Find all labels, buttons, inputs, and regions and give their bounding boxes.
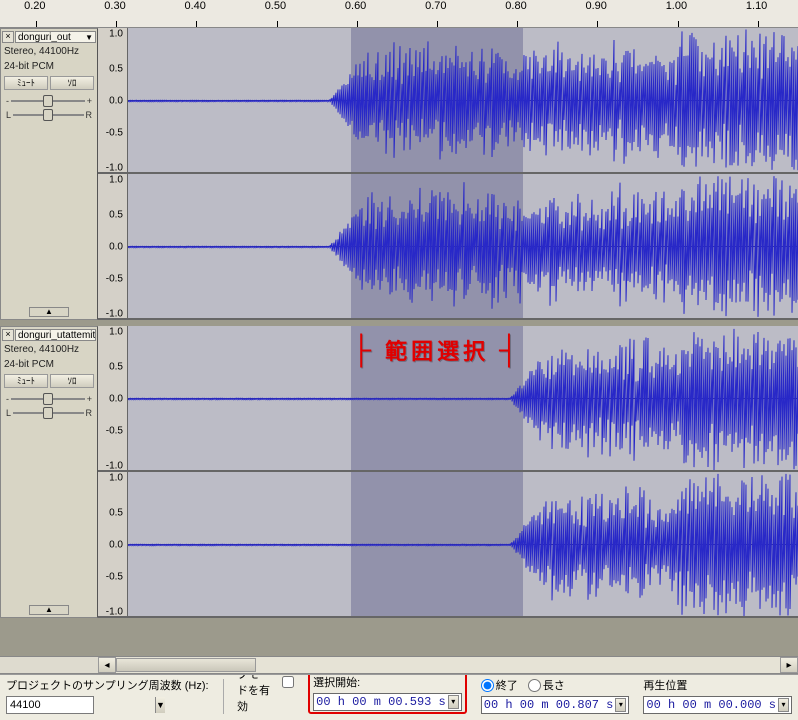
selection-mode-radios: 終了 長さ <box>481 677 630 693</box>
ruler-tick: 0.70 <box>437 0 458 27</box>
scroll-left-button[interactable]: ◂ <box>98 657 116 673</box>
track-collapse-button[interactable]: ▲ <box>29 307 69 317</box>
waveform-plot[interactable] <box>128 174 798 318</box>
selection-start-timebox[interactable]: 00 h 00 m 00.593 s ▾ <box>313 693 462 711</box>
project-rate-label: プロジェクトのサンプリング周波数 (Hz): <box>6 677 209 693</box>
track-control-panel: × donguri_utattemit ▼ Stereo, 44100Hz 24… <box>0 326 98 618</box>
amplitude-scale: 1.00.50.0-0.5-1.0 <box>98 472 128 616</box>
snap-checkbox[interactable]: スナップモードを有効 <box>237 674 294 714</box>
solo-button[interactable]: ｿﾛ <box>50 76 94 90</box>
dropdown-icon[interactable]: ▼ <box>155 697 165 713</box>
amplitude-scale: 1.00.50.0-0.5-1.0 <box>98 28 128 172</box>
chevron-down-icon: ▼ <box>85 33 93 42</box>
track-row: × donguri_utattemit ▼ Stereo, 44100Hz 24… <box>0 326 798 618</box>
track-name-dropdown[interactable]: donguri_utattemit ▼ <box>15 329 96 341</box>
pan-slider[interactable]: L R <box>6 408 92 418</box>
track-format-label: Stereo, 44100Hz <box>2 44 96 59</box>
project-rate-combo[interactable]: ▼ <box>6 696 94 714</box>
close-track-button[interactable]: × <box>2 31 14 43</box>
pan-slider[interactable]: L R <box>6 110 92 120</box>
dropdown-icon[interactable]: ▾ <box>448 695 459 709</box>
waveform-plot[interactable] <box>128 28 798 172</box>
track-row: × donguri_out ▼ Stereo, 44100Hz 24-bit P… <box>0 28 798 320</box>
selection-start-label: 選択開始: <box>313 674 462 690</box>
dropdown-icon[interactable]: ▾ <box>615 698 626 712</box>
ruler-tick: 0.20 <box>36 0 57 27</box>
selection-start-highlight: 選択開始: 00 h 00 m 00.593 s ▾ <box>308 674 467 714</box>
amplitude-scale: 1.00.50.0-0.5-1.0 <box>98 326 128 470</box>
tracks-area: × donguri_out ▼ Stereo, 44100Hz 24-bit P… <box>0 28 798 656</box>
ruler-tick: 0.90 <box>597 0 618 27</box>
project-rate-group: プロジェクトのサンプリング周波数 (Hz): ▼ <box>6 677 209 714</box>
end-radio[interactable]: 終了 <box>481 677 518 693</box>
mute-button[interactable]: ﾐｭｰﾄ <box>4 374 48 388</box>
chevron-down-icon: ▼ <box>95 331 96 340</box>
length-radio[interactable]: 長さ <box>528 677 565 693</box>
scroll-right-button[interactable]: ▸ <box>780 657 798 673</box>
amplitude-scale: 1.00.50.0-0.5-1.0 <box>98 174 128 318</box>
close-track-button[interactable]: × <box>2 329 14 341</box>
play-position-timebox[interactable]: 00 h 00 m 00.000 s ▾ <box>643 696 792 714</box>
waveform-channel[interactable]: 1.00.50.0-0.5-1.0 <box>98 28 798 174</box>
ruler-tick: 0.80 <box>517 0 538 27</box>
scroll-thumb[interactable] <box>116 658 256 672</box>
horizontal-scrollbar[interactable]: ◂ ▸ <box>0 656 798 674</box>
ruler-tick: 0.50 <box>277 0 298 27</box>
track-format-label: Stereo, 44100Hz <box>2 342 96 357</box>
selection-end-timebox[interactable]: 00 h 00 m 00.807 s ▾ <box>481 696 630 714</box>
project-rate-input[interactable] <box>7 697 155 713</box>
ruler-tick: 1.10 <box>758 0 779 27</box>
dropdown-icon[interactable]: ▾ <box>778 698 789 712</box>
waveform-channel[interactable]: 1.00.50.0-0.5-1.0 <box>98 472 798 618</box>
waveform-plot[interactable] <box>128 326 798 470</box>
waveform-channel[interactable]: 1.00.50.0-0.5-1.0 <box>98 174 798 320</box>
mute-button[interactable]: ﾐｭｰﾄ <box>4 76 48 90</box>
track-bitdepth-label: 24-bit PCM <box>2 59 96 74</box>
ruler-tick: 0.40 <box>196 0 217 27</box>
waveform-column[interactable]: 1.00.50.0-0.5-1.0 1.00.50.0-0.5-1.0 <box>98 28 798 320</box>
track-control-panel: × donguri_out ▼ Stereo, 44100Hz 24-bit P… <box>0 28 98 320</box>
track-bitdepth-label: 24-bit PCM <box>2 357 96 372</box>
solo-button[interactable]: ｿﾛ <box>50 374 94 388</box>
ruler-tick: 0.60 <box>357 0 378 27</box>
timeline-ruler[interactable]: 0.20 0.30 0.40 0.50 0.60 0.70 0.80 0.90 1.00 1.10 <box>0 0 798 28</box>
gain-slider[interactable]: - + <box>6 96 92 106</box>
waveform-plot[interactable] <box>128 472 798 616</box>
waveform-column[interactable]: 1.00.50.0-0.5-1.0 1.00.50.0-0.5-1.0 <box>98 326 798 618</box>
selection-toolbar: プロジェクトのサンプリング周波数 (Hz): ▼ スナップモードを有効 選択開始… <box>0 674 798 720</box>
gain-slider[interactable]: - + <box>6 394 92 404</box>
track-name-dropdown[interactable]: donguri_out ▼ <box>15 31 96 43</box>
ruler-tick: 1.00 <box>678 0 699 27</box>
track-collapse-button[interactable]: ▲ <box>29 605 69 615</box>
ruler-tick: 0.30 <box>116 0 137 27</box>
waveform-channel[interactable]: 1.00.50.0-0.5-1.0 <box>98 326 798 472</box>
play-position-label: 再生位置 <box>643 677 792 693</box>
